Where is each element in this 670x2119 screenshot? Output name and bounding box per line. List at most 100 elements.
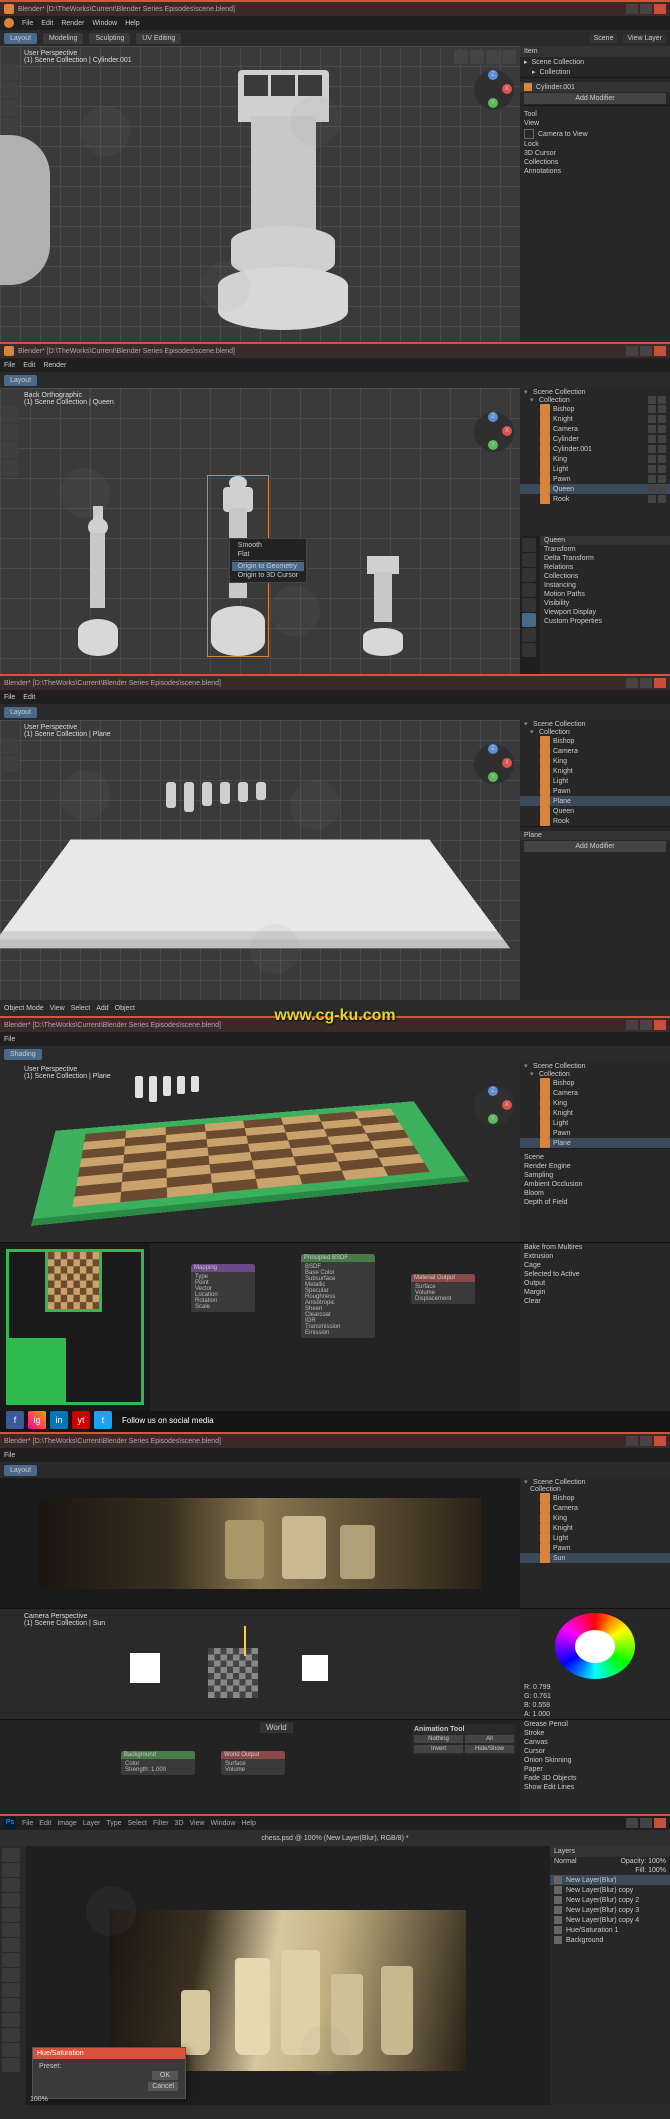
menu-file[interactable]: File [4,1036,15,1043]
anim-btn[interactable]: Hide/Show [465,1745,514,1753]
color-value[interactable]: G: 0.761 [520,1692,670,1701]
fill[interactable]: Fill: 100% [635,1867,666,1874]
text-tool-icon[interactable] [2,2013,20,2027]
tab-sculpting[interactable]: Sculpting [89,33,130,44]
outliner-row[interactable]: Bishop [520,1078,670,1088]
context-origin-geom[interactable]: Origin to Geometry [232,562,304,571]
render-tab-icon[interactable] [522,538,536,552]
max-button[interactable] [640,1020,652,1030]
modifier-tab-icon[interactable] [522,628,536,642]
crop-tool-icon[interactable] [2,1908,20,1922]
min-button[interactable] [626,678,638,688]
outliner-row[interactable]: Light [520,1533,670,1543]
outliner-row[interactable]: Rook [520,816,670,826]
outliner-row[interactable]: ▾Collection [520,1070,670,1078]
uv-editor[interactable] [0,1243,150,1411]
layer-row[interactable]: New Layer(Blur) copy 3 [550,1905,670,1915]
grease-section[interactable]: Fade 3D Objects [520,1774,670,1783]
eye-icon[interactable] [554,1906,562,1914]
world-output-node[interactable]: World Output Surface Volume [220,1750,286,1776]
max-button[interactable] [640,678,652,688]
add-modifier-button[interactable]: Add Modifier [524,93,666,104]
min-button[interactable] [626,346,638,356]
menu-select[interactable]: Select [71,1005,90,1012]
props-section[interactable]: Scene [520,1153,670,1162]
anim-btn[interactable]: Invert [414,1745,463,1753]
shader-editor[interactable]: World Background Color Strength: 1.000 W… [0,1720,520,1818]
props-section[interactable]: Instancing [540,581,670,590]
layer-row[interactable]: New Layer(Blur) copy 2 [550,1895,670,1905]
grease-section[interactable]: Paper [520,1765,670,1774]
menu-window[interactable]: Window [211,1820,236,1827]
blend-mode[interactable]: Normal [554,1858,577,1865]
menu-add[interactable]: Add [96,1005,108,1012]
outliner-row[interactable]: Knight [520,766,670,776]
outliner-row[interactable]: Pawn [520,1543,670,1553]
outliner-row[interactable]: ▾Collection [520,396,670,404]
min-button[interactable] [626,4,638,14]
props-section[interactable]: Extrusion [520,1252,670,1261]
outliner-row[interactable]: ▾Scene Collection [520,720,670,728]
max-button[interactable] [640,346,652,356]
eye-icon[interactable] [554,1936,562,1944]
anim-btn[interactable]: All [465,1735,514,1743]
menu-edit[interactable]: Edit [41,20,53,27]
props-section[interactable]: Collections [540,572,670,581]
pen-tool-icon[interactable] [2,1998,20,2012]
shading-material-icon[interactable] [486,50,500,64]
menu-render[interactable]: Render [61,20,84,27]
3d-viewport[interactable]: User Perspective (1) Scene Collection | … [0,1062,520,1242]
outliner-row[interactable]: ▾Collection [520,728,670,736]
tab-modeling[interactable]: Modeling [43,33,83,44]
3d-viewport[interactable]: Back Orthographic (1) Scene Collection |… [0,388,520,676]
outliner-row[interactable]: Light [520,464,670,474]
menu-view[interactable]: View [190,1820,205,1827]
rotate-tool-icon[interactable] [2,460,18,476]
props-section[interactable]: Sampling [520,1171,670,1180]
select-tool-icon[interactable] [2,406,18,422]
menu-object[interactable]: Object [115,1005,135,1012]
menu-view[interactable]: View [50,1005,65,1012]
move-tool-icon[interactable] [2,1848,20,1862]
outliner-row[interactable]: Bishop [520,404,670,414]
facebook-icon[interactable]: f [6,1411,24,1429]
outliner-row[interactable]: King [520,756,670,766]
outliner-row[interactable]: Light [520,776,670,786]
close-button[interactable] [654,1818,666,1828]
brush-tool-icon[interactable] [2,1938,20,1952]
close-button[interactable] [654,346,666,356]
menu-type[interactable]: Type [106,1820,121,1827]
min-button[interactable] [626,1818,638,1828]
move-tool-icon[interactable] [2,442,18,458]
nav-gizmo[interactable]: XYZ [474,744,514,784]
eyedropper-tool-icon[interactable] [2,1923,20,1937]
youtube-icon[interactable]: yt [72,1411,90,1429]
context-origin-cursor[interactable]: Origin to 3D Cursor [232,571,304,580]
min-button[interactable] [626,1436,638,1446]
grease-section[interactable]: Stroke [520,1729,670,1738]
props-section[interactable]: Relations [540,563,670,572]
hand-tool-icon[interactable] [2,2043,20,2057]
outliner-row[interactable]: King [520,1098,670,1108]
outliner-row[interactable]: ▸Scene Collection [520,57,670,67]
grease-section[interactable]: Show Edit Lines [520,1783,670,1792]
object-tab-icon[interactable] [522,613,536,627]
world-dropdown[interactable]: World [260,1722,293,1733]
grease-section[interactable]: Onion Skinning [520,1756,670,1765]
outliner-row[interactable]: Camera [520,746,670,756]
nav-gizmo[interactable]: XYZ [474,412,514,452]
props-section[interactable]: Selected to Active [520,1270,670,1279]
dialog-preset[interactable]: Preset: [39,2063,179,2070]
max-button[interactable] [640,1436,652,1446]
linkedin-icon[interactable]: in [50,1411,68,1429]
zoom-tool-icon[interactable] [2,2058,20,2072]
cursor-tool-icon[interactable] [2,424,18,440]
color-value[interactable]: A: 1.000 [520,1710,670,1719]
outliner-row[interactable]: Cylinder.001 [520,444,670,454]
sidebar-tab-tool[interactable]: Tool [520,110,670,119]
outliner-row[interactable]: Plane [520,796,670,806]
opacity[interactable]: Opacity: 100% [620,1858,666,1865]
cursor-tool-icon[interactable] [2,82,18,98]
outliner-row[interactable]: Collection [520,1486,670,1493]
eye-icon[interactable] [554,1926,562,1934]
